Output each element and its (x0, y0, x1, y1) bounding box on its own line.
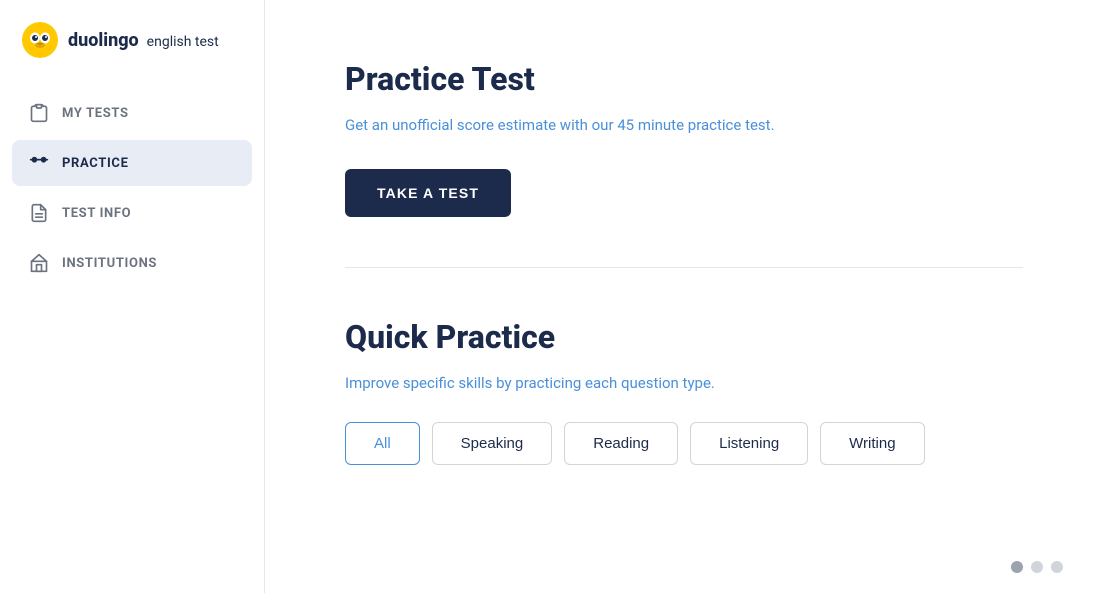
section-divider (345, 267, 1023, 268)
pagination-dot-3 (1051, 561, 1063, 573)
subtitle-highlight: 45 minute (617, 116, 684, 134)
filter-tab-all[interactable]: All (345, 422, 420, 465)
sidebar-item-institutions[interactable]: INSTITUTIONS (12, 240, 252, 286)
sidebar-item-my-tests[interactable]: MY TESTS (12, 90, 252, 136)
practice-test-subtitle: Get an unofficial score estimate with ou… (345, 114, 1023, 137)
quick-practice-title: Quick Practice (345, 318, 1023, 356)
logo-product: english test (147, 34, 219, 50)
sidebar-item-label-my-tests: MY TESTS (62, 106, 129, 121)
sidebar-item-label-practice: PRACTICE (62, 156, 129, 171)
filter-tab-writing[interactable]: Writing (820, 422, 924, 465)
document-icon (28, 202, 50, 224)
clipboard-icon (28, 102, 50, 124)
pagination-dot-2 (1031, 561, 1043, 573)
sidebar-item-test-info[interactable]: TEST INFO (12, 190, 252, 236)
main-content: Practice Test Get an unofficial score es… (265, 0, 1103, 551)
sidebar-item-label-institutions: INSTITUTIONS (62, 256, 157, 271)
subtitle-plain: Get an unofficial score estimate with ou… (345, 116, 617, 134)
quick-practice-section: Quick Practice Improve specific skills b… (345, 318, 1023, 466)
nav-items: MY TESTS PRACTICE (0, 90, 264, 286)
building-icon (28, 252, 50, 274)
logo-text-area: duolingo english test (68, 30, 219, 51)
practice-test-title: Practice Test (345, 60, 1023, 98)
pagination-dot-1 (1011, 561, 1023, 573)
filter-tab-speaking[interactable]: Speaking (432, 422, 553, 465)
dumbbell-icon (28, 152, 50, 174)
logo-brand: duolingo (68, 30, 139, 51)
duolingo-logo-icon (20, 20, 60, 60)
practice-test-section: Practice Test Get an unofficial score es… (345, 60, 1023, 217)
take-test-button[interactable]: TAKE A TEST (345, 169, 511, 217)
filter-tab-reading[interactable]: Reading (564, 422, 678, 465)
sidebar-item-label-test-info: TEST INFO (62, 206, 131, 221)
sidebar: duolingo english test MY TESTS (0, 0, 265, 593)
main-wrapper: Practice Test Get an unofficial score es… (265, 0, 1103, 593)
pagination-area (265, 551, 1103, 593)
sidebar-item-practice[interactable]: PRACTICE (12, 140, 252, 186)
logo: duolingo english test (0, 20, 264, 90)
filter-tab-listening[interactable]: Listening (690, 422, 808, 465)
subtitle-end: practice test. (684, 116, 775, 134)
quick-practice-subtitle: Improve specific skills by practicing ea… (345, 372, 1023, 395)
filter-tabs: All Speaking Reading Listening Writing (345, 422, 1023, 465)
